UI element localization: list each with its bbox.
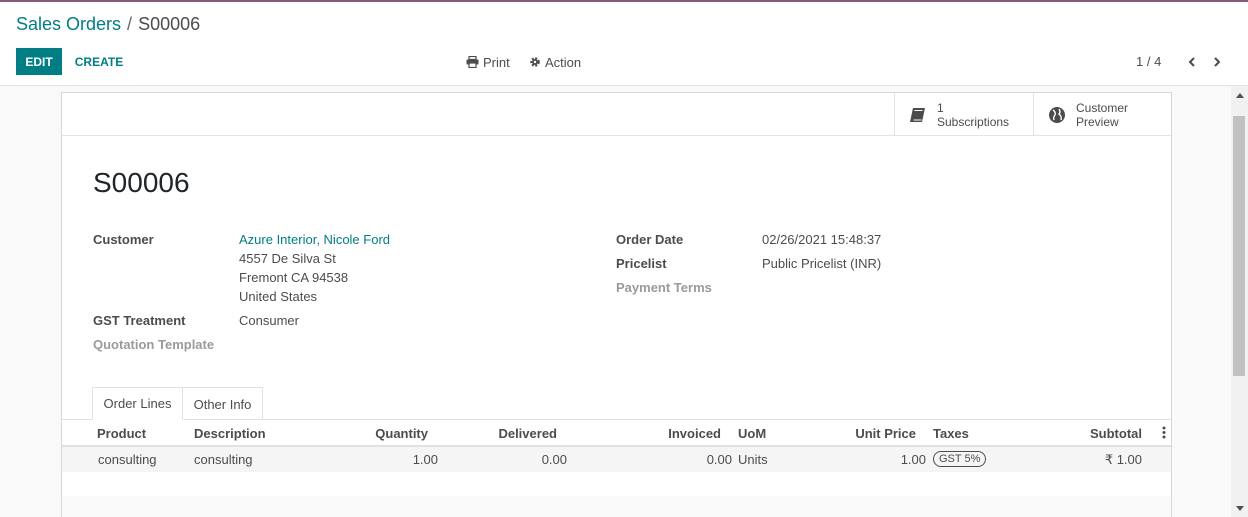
subscriptions-smart-button[interactable]: 1 Subscriptions [894, 93, 1033, 136]
column-header-subtotal[interactable]: Subtotal [1062, 426, 1142, 441]
customer-preview-line1: Customer [1076, 100, 1129, 115]
customer-preview-smart-button[interactable]: Customer Preview [1033, 93, 1171, 136]
chevron-left-icon [1188, 57, 1195, 67]
pager-previous-button[interactable] [1182, 52, 1202, 72]
action-label: Action [545, 54, 582, 70]
edit-button[interactable]: EDIT [16, 48, 62, 75]
subscriptions-count: 1 [937, 100, 944, 115]
quotation-template-label: Quotation Template [93, 337, 215, 352]
kebab-icon [1162, 426, 1166, 439]
column-header-unit-price[interactable]: Unit Price [842, 426, 916, 441]
column-header-quantity[interactable]: Quantity [362, 426, 428, 441]
address-line3: United States [239, 289, 318, 304]
column-header-description[interactable]: Description [194, 426, 266, 441]
order-date-value: 02/26/2021 15:48:37 [762, 232, 882, 247]
tax-badge: GST 5% [933, 451, 987, 467]
column-header-product[interactable]: Product [97, 426, 146, 441]
tab-other-info[interactable]: Other Info [183, 387, 263, 420]
triangle-up-icon [1235, 92, 1244, 98]
vertical-scrollbar[interactable] [1231, 86, 1248, 517]
gear-icon [530, 57, 540, 67]
cell-quantity: 1.00 [412, 452, 438, 467]
globe-icon [1049, 106, 1065, 123]
order-title: S00006 [93, 167, 190, 198]
scroll-down-arrow[interactable] [1231, 501, 1248, 515]
gst-treatment-label: GST Treatment [93, 313, 186, 328]
customer-label: Customer [93, 232, 154, 247]
pager-next-button[interactable] [1207, 52, 1227, 72]
order-date-label: Order Date [616, 232, 684, 247]
print-button[interactable]: Print [466, 52, 510, 72]
pricelist-label: Pricelist [616, 256, 667, 271]
column-header-uom[interactable]: UoM [738, 426, 766, 441]
cell-invoiced: 0.00 [706, 452, 732, 467]
payment-terms-label: Payment Terms [616, 280, 712, 295]
address-line2: Fremont CA 94538 [239, 270, 349, 285]
table-empty-row [62, 496, 1171, 517]
chevron-right-icon [1214, 57, 1221, 67]
gst-treatment-value: Consumer [239, 313, 299, 328]
cell-delivered: 0.00 [541, 452, 567, 467]
table-row[interactable]: consulting consulting 1.00 0.00 0.00 Uni… [62, 447, 1171, 472]
cell-product: consulting [98, 452, 157, 467]
tab-order-lines[interactable]: Order Lines [92, 387, 183, 420]
cell-unit-price: 1.00 [900, 452, 926, 467]
customer-preview-line2: Preview [1076, 114, 1119, 129]
subscriptions-label: Subscriptions [937, 114, 1010, 129]
optional-columns-icon[interactable] [1162, 426, 1166, 442]
triangle-down-icon [1235, 505, 1244, 511]
control-panel: Sales Orders / S00006 EDIT CREATE Print Ac… [0, 2, 1248, 86]
address-line1: 4557 De Silva St [239, 251, 336, 266]
cell-description: consulting [194, 452, 253, 467]
customer-link[interactable]: Azure Interior, Nicole Ford [239, 232, 390, 247]
cell-subtotal: ₹ 1.00 [1104, 452, 1142, 467]
table-empty-row [62, 472, 1171, 496]
breadcrumb-separator: / [127, 14, 133, 34]
column-header-invoiced[interactable]: Invoiced [652, 426, 721, 441]
create-button[interactable]: CREATE [66, 48, 132, 75]
pager-value[interactable]: 1 / 4 [1136, 54, 1161, 69]
breadcrumb: Sales Orders / S00006 [16, 14, 200, 35]
column-header-taxes[interactable]: Taxes [933, 426, 969, 441]
scrollbar-thumb[interactable] [1233, 116, 1245, 376]
form-sheet: 1 Subscriptions Customer Preview S00006 … [61, 92, 1172, 517]
print-icon [466, 56, 479, 68]
cell-uom: Units [738, 452, 768, 467]
breadcrumb-current: S00006 [138, 14, 201, 34]
column-header-delivered[interactable]: Delivered [487, 426, 557, 441]
smart-button-box: 1 Subscriptions Customer Preview [62, 93, 1171, 136]
print-label: Print [483, 54, 510, 70]
book-icon [910, 107, 925, 122]
scroll-up-arrow[interactable] [1231, 88, 1248, 102]
pricelist-value: Public Pricelist (INR) [762, 256, 882, 271]
order-lines-table-header: Product Description Quantity Delivered I… [62, 420, 1171, 447]
breadcrumb-parent-link[interactable]: Sales Orders [16, 14, 121, 34]
action-button[interactable]: Action [529, 52, 581, 72]
